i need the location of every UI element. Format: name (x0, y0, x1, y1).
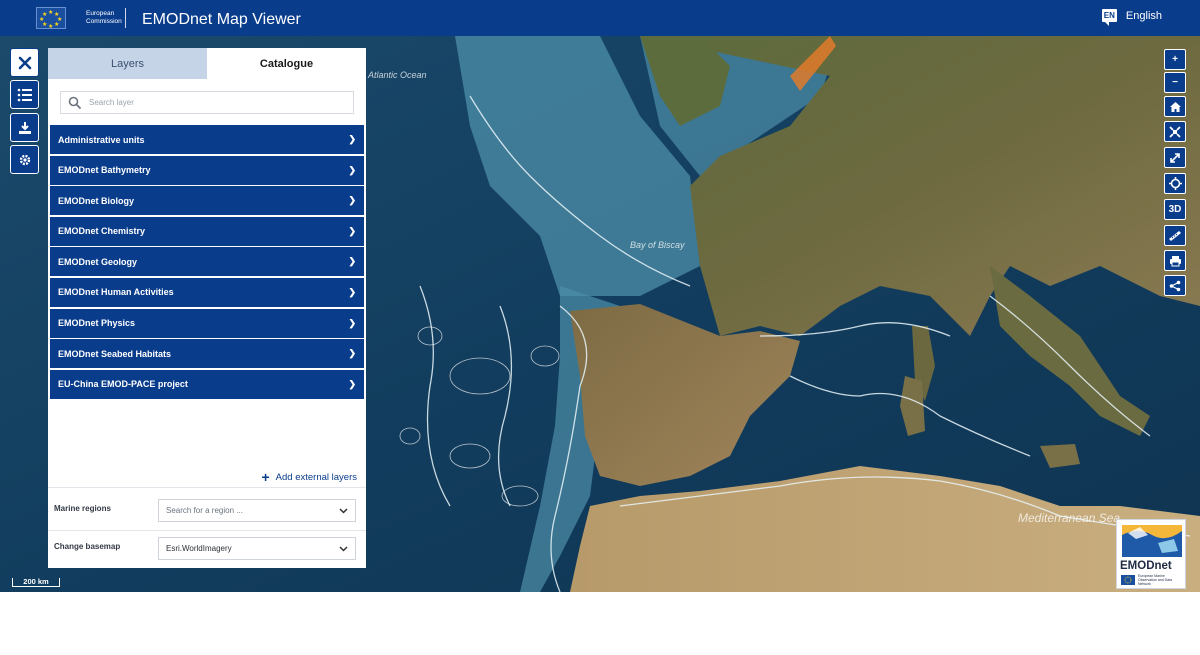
catalogue-item-label: Administrative units (58, 134, 145, 145)
map-label-atlantic: Atlantic Ocean (368, 70, 427, 80)
language-selector[interactable]: EN English (1101, 9, 1162, 26)
catalogue-item-label: EMODnet Seabed Habitats (58, 348, 172, 359)
app-header: ★ ★ ★ ★ ★ ★ ★ ★ European Commission EMODnet M… (0, 0, 1200, 36)
catalogue-item-bathymetry[interactable]: EMODnet Bathymetry ❯ (50, 155, 364, 185)
search-icon (68, 96, 82, 109)
close-panel-button[interactable] (10, 48, 39, 77)
ec-text-line1: European (86, 9, 115, 17)
tab-layers[interactable]: Layers (48, 48, 207, 79)
catalogue-item-human-activities[interactable]: EMODnet Human Activities ❯ (50, 277, 364, 307)
emodnet-logo-subtitle: European Marine Observation and Data Net… (1138, 574, 1173, 586)
marine-regions-placeholder: Search for a region ... (166, 506, 243, 515)
zoom-in-button[interactable]: + (1164, 49, 1186, 70)
basemap-value: Esri.WorldImagery (166, 544, 232, 553)
fullscreen-button[interactable] (1164, 147, 1186, 168)
language-label: English (1125, 9, 1162, 22)
3d-view-button[interactable]: 3D (1164, 199, 1186, 220)
catalogue-item-label: EMODnet Physics (58, 318, 136, 329)
share-icon (1169, 280, 1181, 291)
tab-catalogue[interactable]: Catalogue (207, 48, 366, 79)
gear-icon (19, 154, 30, 165)
chevron-right-icon: ❯ (348, 256, 356, 267)
share-button[interactable] (1164, 275, 1186, 296)
chevron-right-icon: ❯ (348, 348, 356, 359)
print-button[interactable] (1164, 250, 1186, 271)
header-separator (125, 8, 126, 28)
basemap-label: Change basemap (54, 542, 121, 551)
fit-extent-icon (1169, 125, 1181, 138)
european-commission-logo[interactable]: ★ ★ ★ ★ ★ ★ ★ ★ European Commission (36, 4, 126, 31)
panel-tabs: Layers Catalogue (48, 48, 366, 79)
catalogue-item-label: EMODnet Chemistry (58, 226, 146, 237)
add-external-layers-label: Add external layers (275, 471, 357, 483)
chevron-right-icon: ❯ (348, 195, 356, 206)
scale-bar: 200 km (12, 578, 60, 587)
page-title: EMODnet Map Viewer (142, 11, 301, 28)
plus-icon: + (261, 469, 270, 485)
catalogue-item-biology[interactable]: EMODnet Biology ❯ (50, 186, 364, 216)
chevron-right-icon: ❯ (348, 378, 356, 389)
chevron-right-icon: ❯ (348, 225, 356, 236)
catalogue-item-label: EU-China EMOD-PACE project (58, 379, 188, 390)
side-panel: Layers Catalogue Search layer Administra… (48, 48, 366, 568)
emodnet-logo-name: EMODnet (1120, 560, 1172, 572)
home-icon (1169, 101, 1181, 112)
locate-button[interactable] (1164, 173, 1186, 194)
close-icon (18, 56, 31, 69)
emodnet-logo: EMODnet European Marine Observation and … (1116, 519, 1186, 589)
catalogue-item-geology[interactable]: EMODnet Geology ❯ (50, 247, 364, 277)
catalogue-item-physics[interactable]: EMODnet Physics ❯ (50, 308, 364, 338)
home-button[interactable] (1164, 96, 1186, 117)
ec-text-line2: Commission (86, 17, 122, 25)
fullscreen-icon (1170, 152, 1180, 163)
emodnet-wave-icon (1122, 525, 1182, 557)
chevron-right-icon: ❯ (348, 286, 356, 297)
panel-divider (48, 487, 366, 488)
zoom-out-button[interactable]: − (1164, 72, 1186, 93)
eu-flag-icon (1121, 575, 1135, 585)
settings-button[interactable] (10, 145, 39, 174)
list-icon (17, 88, 32, 101)
catalogue-list: Administrative units ❯ EMODnet Bathymetry… (50, 125, 364, 400)
download-icon (18, 121, 31, 134)
catalogue-item-label: EMODnet Human Activities (58, 287, 174, 298)
catalogue-item-emod-pace[interactable]: EU-China EMOD-PACE project ❯ (50, 369, 364, 399)
layer-list-button[interactable] (10, 80, 39, 109)
add-external-layers-button[interactable]: + Add external layers (261, 469, 357, 485)
panel-divider (48, 530, 366, 531)
zoom-out-icon: − (1172, 77, 1178, 88)
locate-icon (1168, 177, 1182, 190)
search-placeholder: Search layer (89, 98, 134, 107)
chevron-down-icon (339, 507, 348, 514)
measure-icon (1169, 230, 1181, 241)
catalogue-item-chemistry[interactable]: EMODnet Chemistry ❯ (50, 216, 364, 246)
fit-extent-button[interactable] (1164, 121, 1186, 142)
marine-regions-label: Marine regions (54, 504, 111, 513)
catalogue-item-label: EMODnet Bathymetry (58, 165, 151, 176)
basemap-select[interactable]: Esri.WorldImagery (158, 537, 356, 560)
chevron-down-icon (339, 545, 348, 552)
catalogue-item-label: EMODnet Biology (58, 195, 134, 206)
chevron-right-icon: ❯ (348, 164, 356, 175)
language-code-badge: EN (1101, 9, 1117, 26)
3d-label: 3D (1168, 204, 1182, 215)
download-button[interactable] (10, 113, 39, 142)
marine-regions-select[interactable]: Search for a region ... (158, 499, 356, 522)
chevron-right-icon: ❯ (348, 317, 356, 328)
print-icon (1169, 255, 1181, 266)
eu-flag-icon: ★ ★ ★ ★ ★ ★ ★ ★ (36, 6, 66, 30)
map-label-mediterranean: Mediterranean Sea (1018, 511, 1121, 525)
zoom-in-icon: + (1172, 54, 1178, 65)
map-label-bay-of-biscay: Bay of Biscay (630, 240, 685, 250)
search-layer-input[interactable]: Search layer (60, 91, 354, 114)
catalogue-item-label: EMODnet Geology (58, 256, 138, 267)
measure-button[interactable] (1164, 225, 1186, 246)
catalogue-item-administrative-units[interactable]: Administrative units ❯ (50, 125, 364, 154)
chevron-right-icon: ❯ (348, 134, 356, 144)
ec-logo-text: European Commission (86, 10, 122, 26)
catalogue-item-seabed-habitats[interactable]: EMODnet Seabed Habitats ❯ (50, 339, 364, 369)
